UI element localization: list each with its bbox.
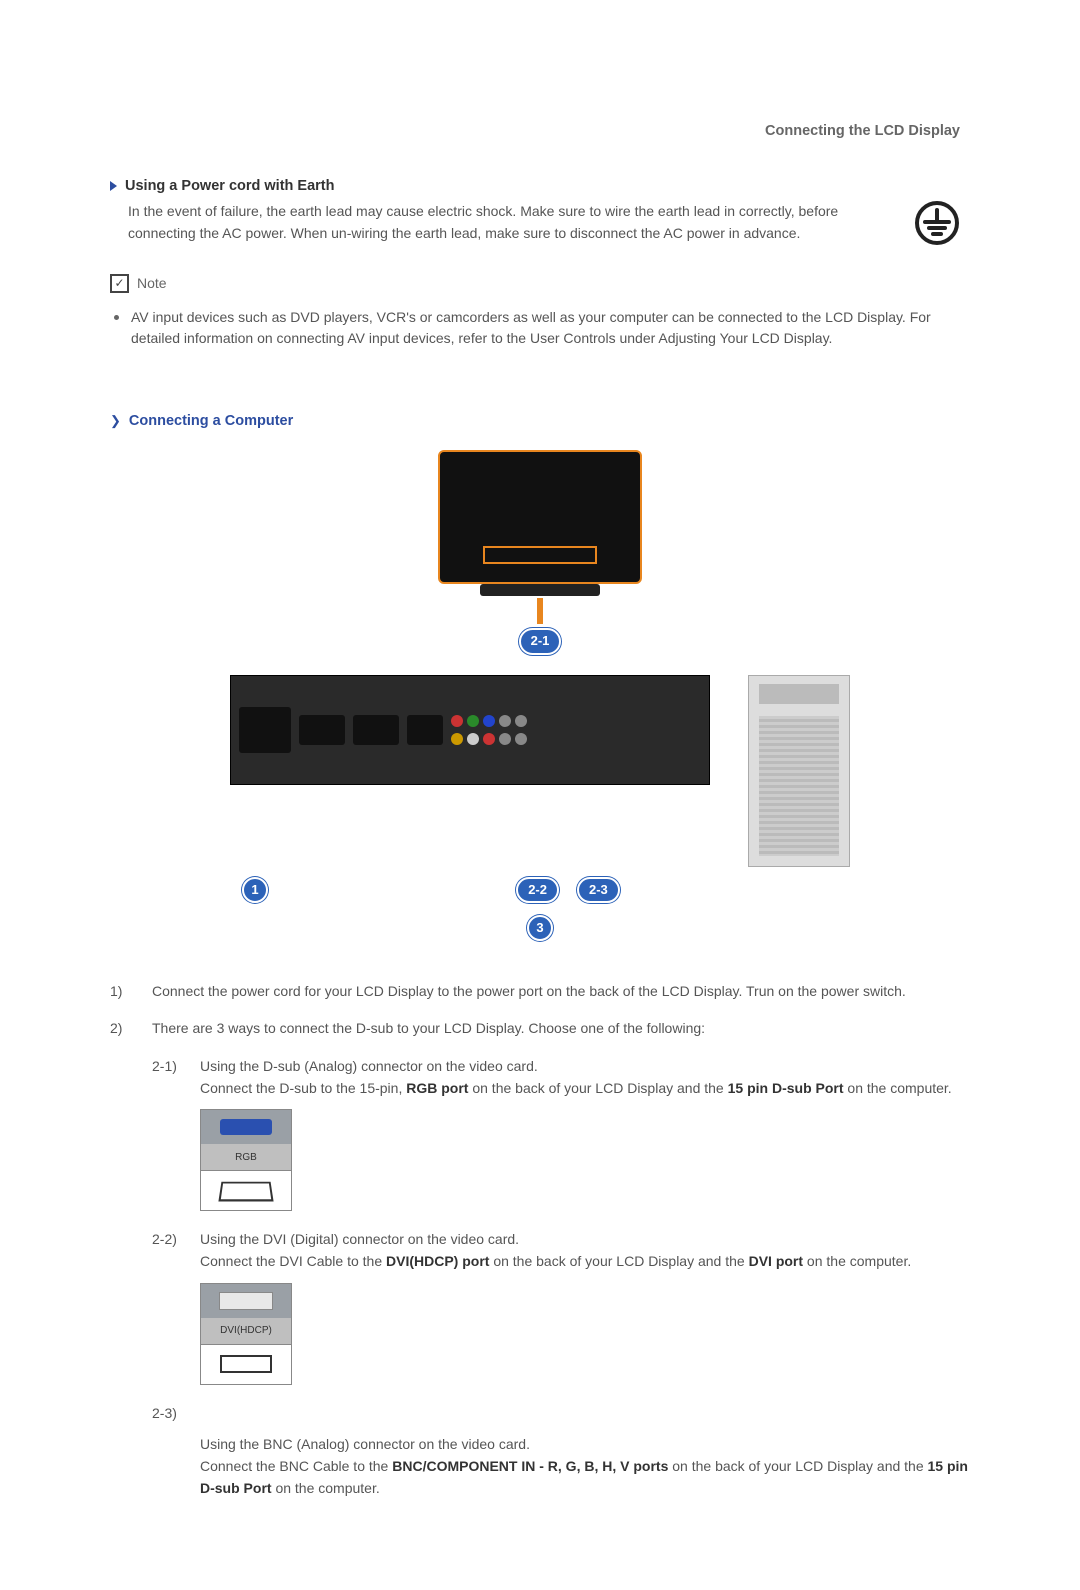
step-1-text: Connect the power cord for your LCD Disp… [152,981,906,1003]
rca-w-icon [467,733,479,745]
step-2-2-line-a: Using the DVI (Digital) connector on the… [200,1229,911,1251]
rca-y-icon [451,733,463,745]
section-connect-title: Connecting a Computer [129,410,293,432]
port-card-rgb: RGB [200,1109,292,1211]
bold-dvi-hdcp-port: DVI(HDCP) port [386,1253,489,1269]
text-span: Connect the BNC Cable to the [200,1458,392,1474]
rca-r-icon [483,733,495,745]
note-check-icon: ✓ [110,274,129,293]
steps-list: 1) Connect the power cord for your LCD D… [110,981,970,1500]
text-span: on the back of your LCD Display and the [668,1458,927,1474]
step-2-number: 2) [110,1018,136,1040]
step-2-3-line-b: Connect the BNC Cable to the BNC/COMPONE… [200,1456,970,1499]
callout-1: 1 [242,877,268,903]
chevron-right-icon: ❯ [110,411,121,431]
page-header: Connecting the LCD Display [765,120,960,142]
text-span: on the computer. [272,1480,380,1496]
text-span: Connect the D-sub to the 15-pin, [200,1080,406,1096]
bold-bnc-ports: BNC/COMPONENT IN - R, G, B, H, V ports [392,1458,668,1474]
diagram-rear-panel [230,675,710,785]
step-2-1: 2-1) Using the D-sub (Analog) connector … [152,1056,970,1099]
diagram-monitor [438,450,642,584]
diagram-orange-link [537,598,543,624]
bullet-dot-icon [114,315,119,320]
callout-2-3: 2-3 [577,877,620,903]
rca-v-icon [515,715,527,727]
step-2-text: There are 3 ways to connect the D-sub to… [152,1018,705,1040]
step-2-3-body: Using the BNC (Analog) connector on the … [200,1434,970,1499]
text-span: on the computer. [844,1080,952,1096]
section-earth-heading: Using a Power cord with Earth [110,175,970,197]
dvi-outline-icon [220,1355,272,1373]
step-2-1-number: 2-1) [152,1056,186,1099]
note-item: AV input devices such as DVD players, VC… [114,307,970,350]
step-2-1-line-b: Connect the D-sub to the 15-pin, RGB por… [200,1078,952,1100]
diagram-computer-tower [748,675,850,867]
step-1: 1) Connect the power cord for your LCD D… [110,981,970,1003]
callout-2-2: 2-2 [516,877,559,903]
rca-b-icon [515,733,527,745]
diagram-vga-port [299,715,345,745]
step-2-2-number: 2-2) [152,1229,186,1272]
dvi-connector-icon [201,1284,291,1318]
bold-dvi-port: DVI port [749,1253,803,1269]
diagram-misc-port [407,715,443,745]
diagram-port-highlight [483,546,597,564]
note-body: AV input devices such as DVD players, VC… [131,307,970,350]
connection-diagram: 2-1 [230,450,850,940]
note-label: Note [137,273,167,295]
step-2-2: 2-2) Using the DVI (Digital) connector o… [152,1229,970,1272]
rca-h-icon [499,715,511,727]
rca-blue-icon [483,715,495,727]
text-span: on the back of your LCD Display and the [468,1080,727,1096]
callout-3: 3 [527,915,553,941]
text-span: Connect the DVI Cable to the [200,1253,386,1269]
diagram-power-inlet [239,707,291,753]
text-span: on the computer. [803,1253,911,1269]
step-2-1-line-a: Using the D-sub (Analog) connector on th… [200,1056,952,1078]
port-card-rgb-label: RGB [201,1144,291,1170]
step-2-3: 2-3) [152,1403,970,1425]
section-connect-heading: ❯ Connecting a Computer [110,410,970,432]
section-earth-title: Using a Power cord with Earth [125,175,334,197]
rca-green-icon [467,715,479,727]
rca-a-icon [499,733,511,745]
callout-2-1: 2-1 [519,628,562,654]
earth-ground-icon [914,200,960,246]
section-earth-body: In the event of failure, the earth lead … [128,201,890,244]
rca-red-icon [451,715,463,727]
step-1-number: 1) [110,981,136,1003]
step-2-2-line-b: Connect the DVI Cable to the DVI(HDCP) p… [200,1251,911,1273]
bold-dsub-port: 15 pin D-sub Port [728,1080,844,1096]
step-2-3-number: 2-3) [152,1403,186,1425]
port-card-dvi: DVI(HDCP) [200,1283,292,1385]
bold-rgb-port: RGB port [406,1080,468,1096]
diagram-dvi-port [353,715,399,745]
text-span: on the back of your LCD Display and the [489,1253,748,1269]
dsub-outline-icon [218,1182,273,1202]
bullet-arrow-icon [110,181,117,191]
port-card-dvi-label: DVI(HDCP) [201,1318,291,1344]
step-2-3-line-a: Using the BNC (Analog) connector on the … [200,1434,970,1456]
step-2: 2) There are 3 ways to connect the D-sub… [110,1018,970,1040]
note-heading: ✓ Note [110,273,970,295]
vga-connector-icon [201,1110,291,1144]
